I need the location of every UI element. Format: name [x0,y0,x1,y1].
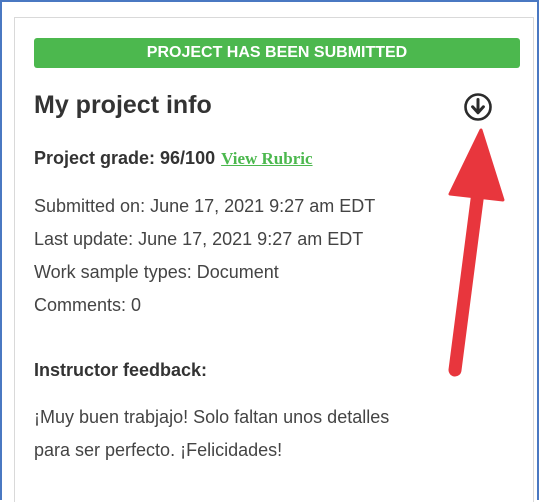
project-grade: Project grade: 96/100 [34,148,216,168]
submitted-on: Submitted on: June 17, 2021 9:27 am EDT [34,196,376,216]
download-circle-icon[interactable] [463,92,493,122]
project-info-card: PROJECT HAS BEEN SUBMITTED My project in… [14,17,534,502]
screenshot-frame: PROJECT HAS BEEN SUBMITTED My project in… [0,0,539,502]
feedback-line-2: para ser perfecto. ¡Felicidades! [34,440,283,460]
comments-count: Comments: 0 [34,295,142,315]
submitted-status-banner: PROJECT HAS BEEN SUBMITTED [34,38,520,68]
grade-row: Project grade: 96/100 View Rubric [34,146,313,172]
work-sample-types: Work sample types: Document [34,262,279,282]
view-rubric-link[interactable]: View Rubric [221,149,312,168]
feedback-line-1: ¡Muy buen trabjajo! Solo faltan unos det… [34,407,390,427]
instructor-feedback-text: ¡Muy buen trabjajo! Solo faltan unos det… [34,401,524,467]
card-title: My project info [34,91,212,119]
project-metadata: Submitted on: June 17, 2021 9:27 am EDT … [34,190,375,322]
last-update: Last update: June 17, 2021 9:27 am EDT [34,229,364,249]
instructor-feedback-label: Instructor feedback: [34,360,208,380]
